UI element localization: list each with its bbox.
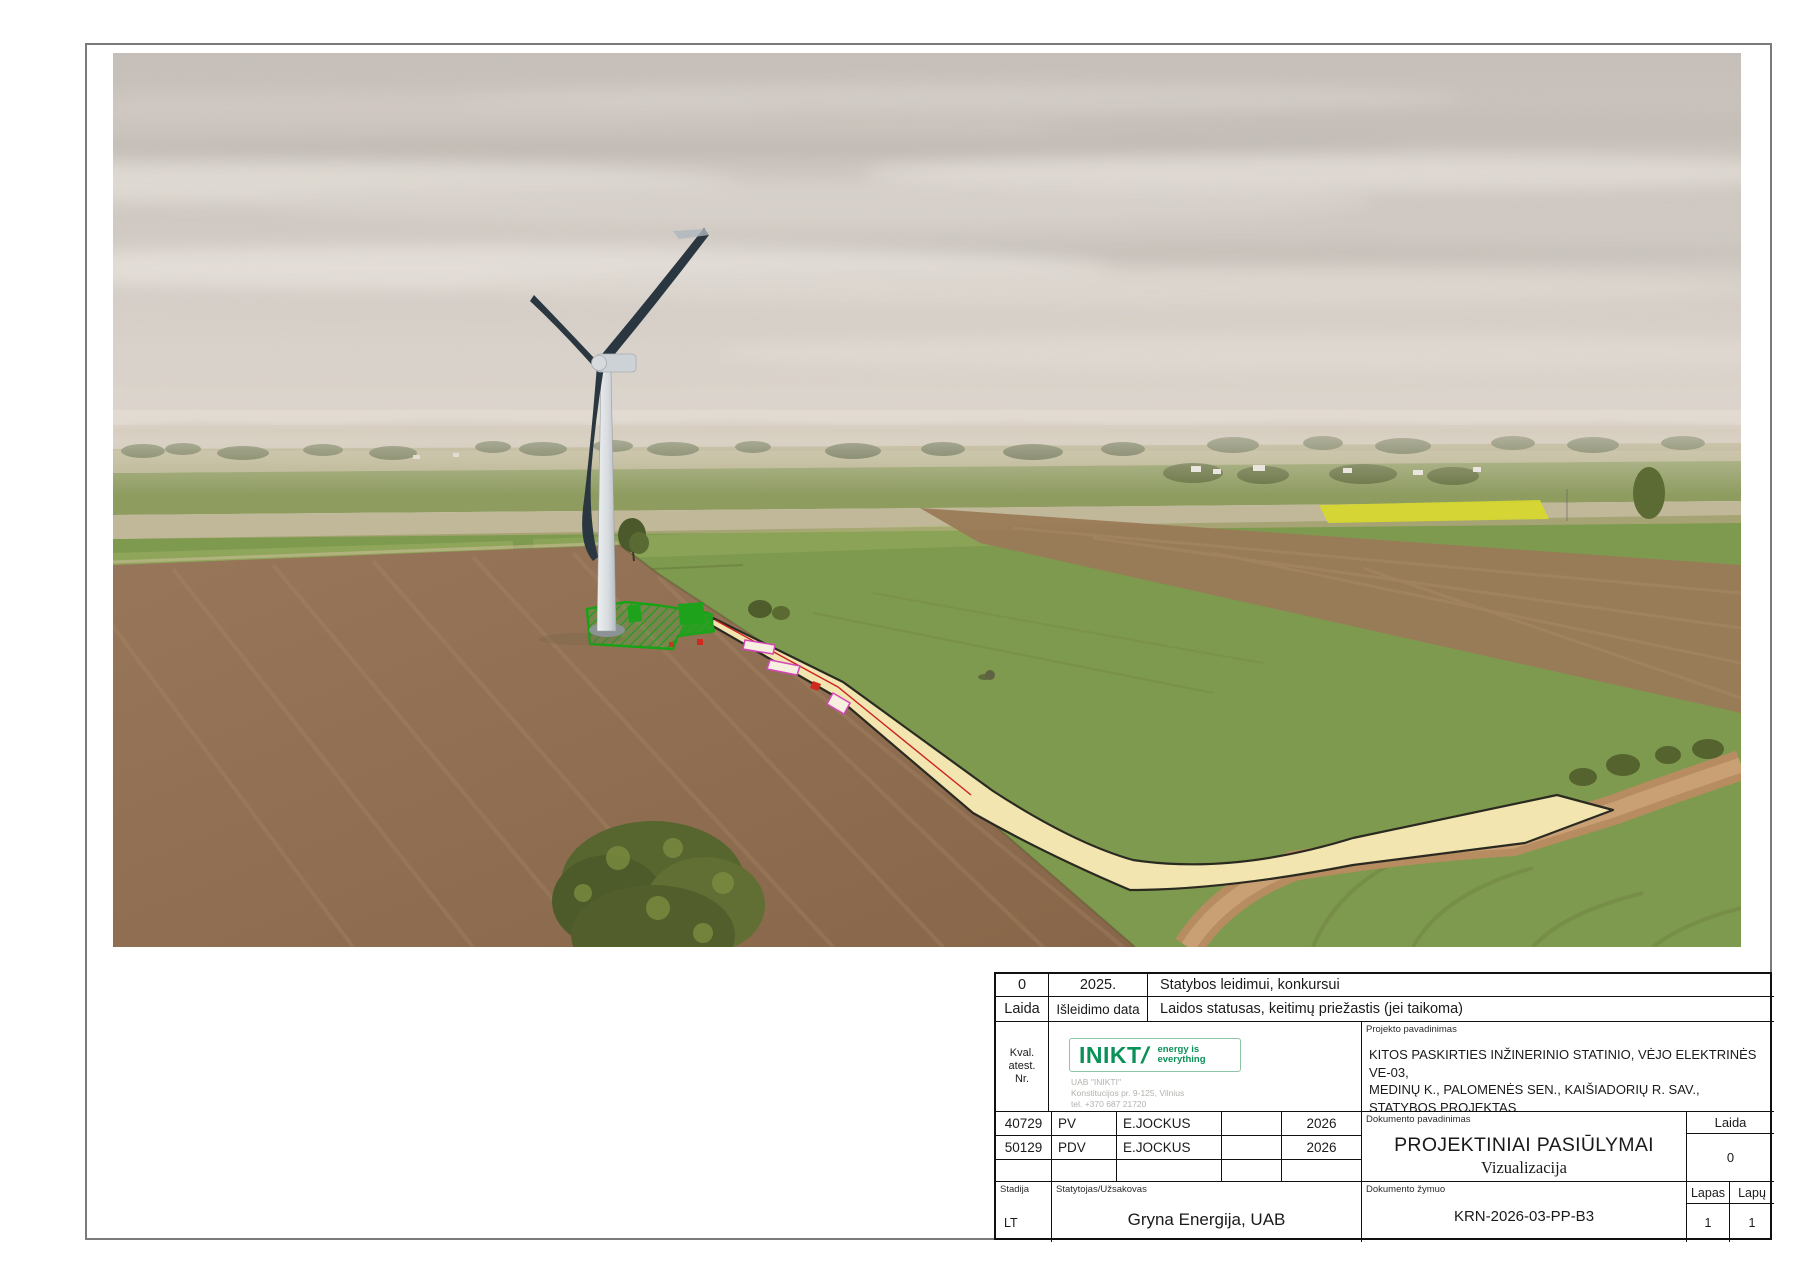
- signature-name-2: E.JOCKUS: [1117, 1136, 1222, 1160]
- signature-cert-1: 40729: [996, 1112, 1052, 1136]
- photo-scene: [113, 53, 1741, 947]
- lapu-value-cell: 1: [1730, 1204, 1774, 1242]
- signature-year-3: [1282, 1160, 1362, 1182]
- project-name-text: KITOS PASKIRTIES INŽINERINIO STATINIO, V…: [1369, 1046, 1774, 1112]
- inikti-logo: INIKT/ energy is everything: [1069, 1038, 1241, 1072]
- tall-tree: [1633, 467, 1665, 519]
- lapu-header-cell: Lapų: [1730, 1182, 1774, 1204]
- client-label: Statytojas/Užsakovas: [1056, 1184, 1147, 1195]
- logo-tagline: energy is everything: [1157, 1045, 1205, 1066]
- signature-role-2: PDV: [1052, 1136, 1117, 1160]
- document-mark-label: Dokumento žymuo: [1366, 1184, 1445, 1195]
- revision-header-status: Laidos statusas, keitimų priežastis (jei…: [1148, 997, 1774, 1022]
- stage-label: Stadija: [1000, 1184, 1029, 1195]
- signature-cert-3: [996, 1160, 1052, 1182]
- hay-bale: [985, 670, 995, 680]
- revision-header-date: Išleidimo data: [1049, 997, 1148, 1022]
- project-name-cell: Projekto pavadinimas KITOS PASKIRTIES IN…: [1362, 1022, 1774, 1112]
- visualization-photo: [113, 53, 1741, 947]
- client-value: Gryna Energija, UAB: [1052, 1210, 1361, 1230]
- client-cell: Statytojas/Užsakovas Gryna Energija, UAB: [1052, 1182, 1362, 1242]
- signature-year-1: 2026: [1282, 1112, 1362, 1136]
- stage-value: LT: [1004, 1216, 1018, 1230]
- document-subtitle: Vizualizacija: [1362, 1158, 1686, 1178]
- lapas-header-cell: Lapas: [1687, 1182, 1730, 1204]
- logo-company-address: Konstitucijos pr. 9-125, Vilnius: [1071, 1088, 1184, 1098]
- stage-cell: Stadija LT: [996, 1182, 1052, 1242]
- document-title-cell: Dokumento pavadinimas PROJEKTINIAI PASIŪ…: [1362, 1112, 1687, 1182]
- logo-company-phone: tel. +370 687 21720: [1071, 1099, 1146, 1109]
- signature-name-3: [1117, 1160, 1222, 1182]
- logo-wordmark: INIKT/: [1079, 1044, 1148, 1067]
- document-title: PROJEKTINIAI PASIŪLYMAI: [1362, 1134, 1686, 1157]
- signature-sign-3: [1222, 1160, 1282, 1182]
- signature-year-2: 2026: [1282, 1136, 1362, 1160]
- signature-sign-2: [1222, 1136, 1282, 1160]
- signature-role-1: PV: [1052, 1112, 1117, 1136]
- hub: [592, 356, 607, 371]
- document-title-label: Dokumento pavadinimas: [1366, 1114, 1471, 1125]
- signature-role-3: [1052, 1160, 1117, 1182]
- qualification-label-2: Nr.: [1015, 1073, 1029, 1086]
- sky: [113, 53, 1741, 433]
- laida-header-cell: Laida: [1687, 1112, 1774, 1134]
- laida-value-cell: 0: [1687, 1134, 1774, 1182]
- signature-cert-2: 50129: [996, 1136, 1052, 1160]
- document-mark-value: KRN-2026-03-PP-B3: [1362, 1208, 1686, 1225]
- qualification-label-1: Kval. atest.: [996, 1047, 1048, 1073]
- signature-sign-1: [1222, 1112, 1282, 1136]
- revision-date-cell: 2025.: [1049, 974, 1148, 997]
- project-name-label: Projekto pavadinimas: [1366, 1024, 1457, 1035]
- logo-company-name: UAB "INIKTI": [1071, 1077, 1121, 1087]
- signature-name-1: E.JOCKUS: [1117, 1112, 1222, 1136]
- lapas-value-cell: 1: [1687, 1204, 1730, 1242]
- company-logo-cell: INIKT/ energy is everything UAB "INIKTI"…: [1049, 1022, 1362, 1112]
- qualification-cell: Kval. atest. Nr.: [996, 1022, 1049, 1112]
- revision-header-laida: Laida: [996, 997, 1049, 1022]
- drawing-sheet: 0 2025. Statybos leidimui, konkursui Lai…: [0, 0, 1815, 1283]
- revision-status-cell: Statybos leidimui, konkursui: [1148, 974, 1774, 997]
- title-block: 0 2025. Statybos leidimui, konkursui Lai…: [994, 972, 1772, 1240]
- document-mark-cell: Dokumento žymuo KRN-2026-03-PP-B3: [1362, 1182, 1687, 1242]
- revision-number-cell: 0: [996, 974, 1049, 997]
